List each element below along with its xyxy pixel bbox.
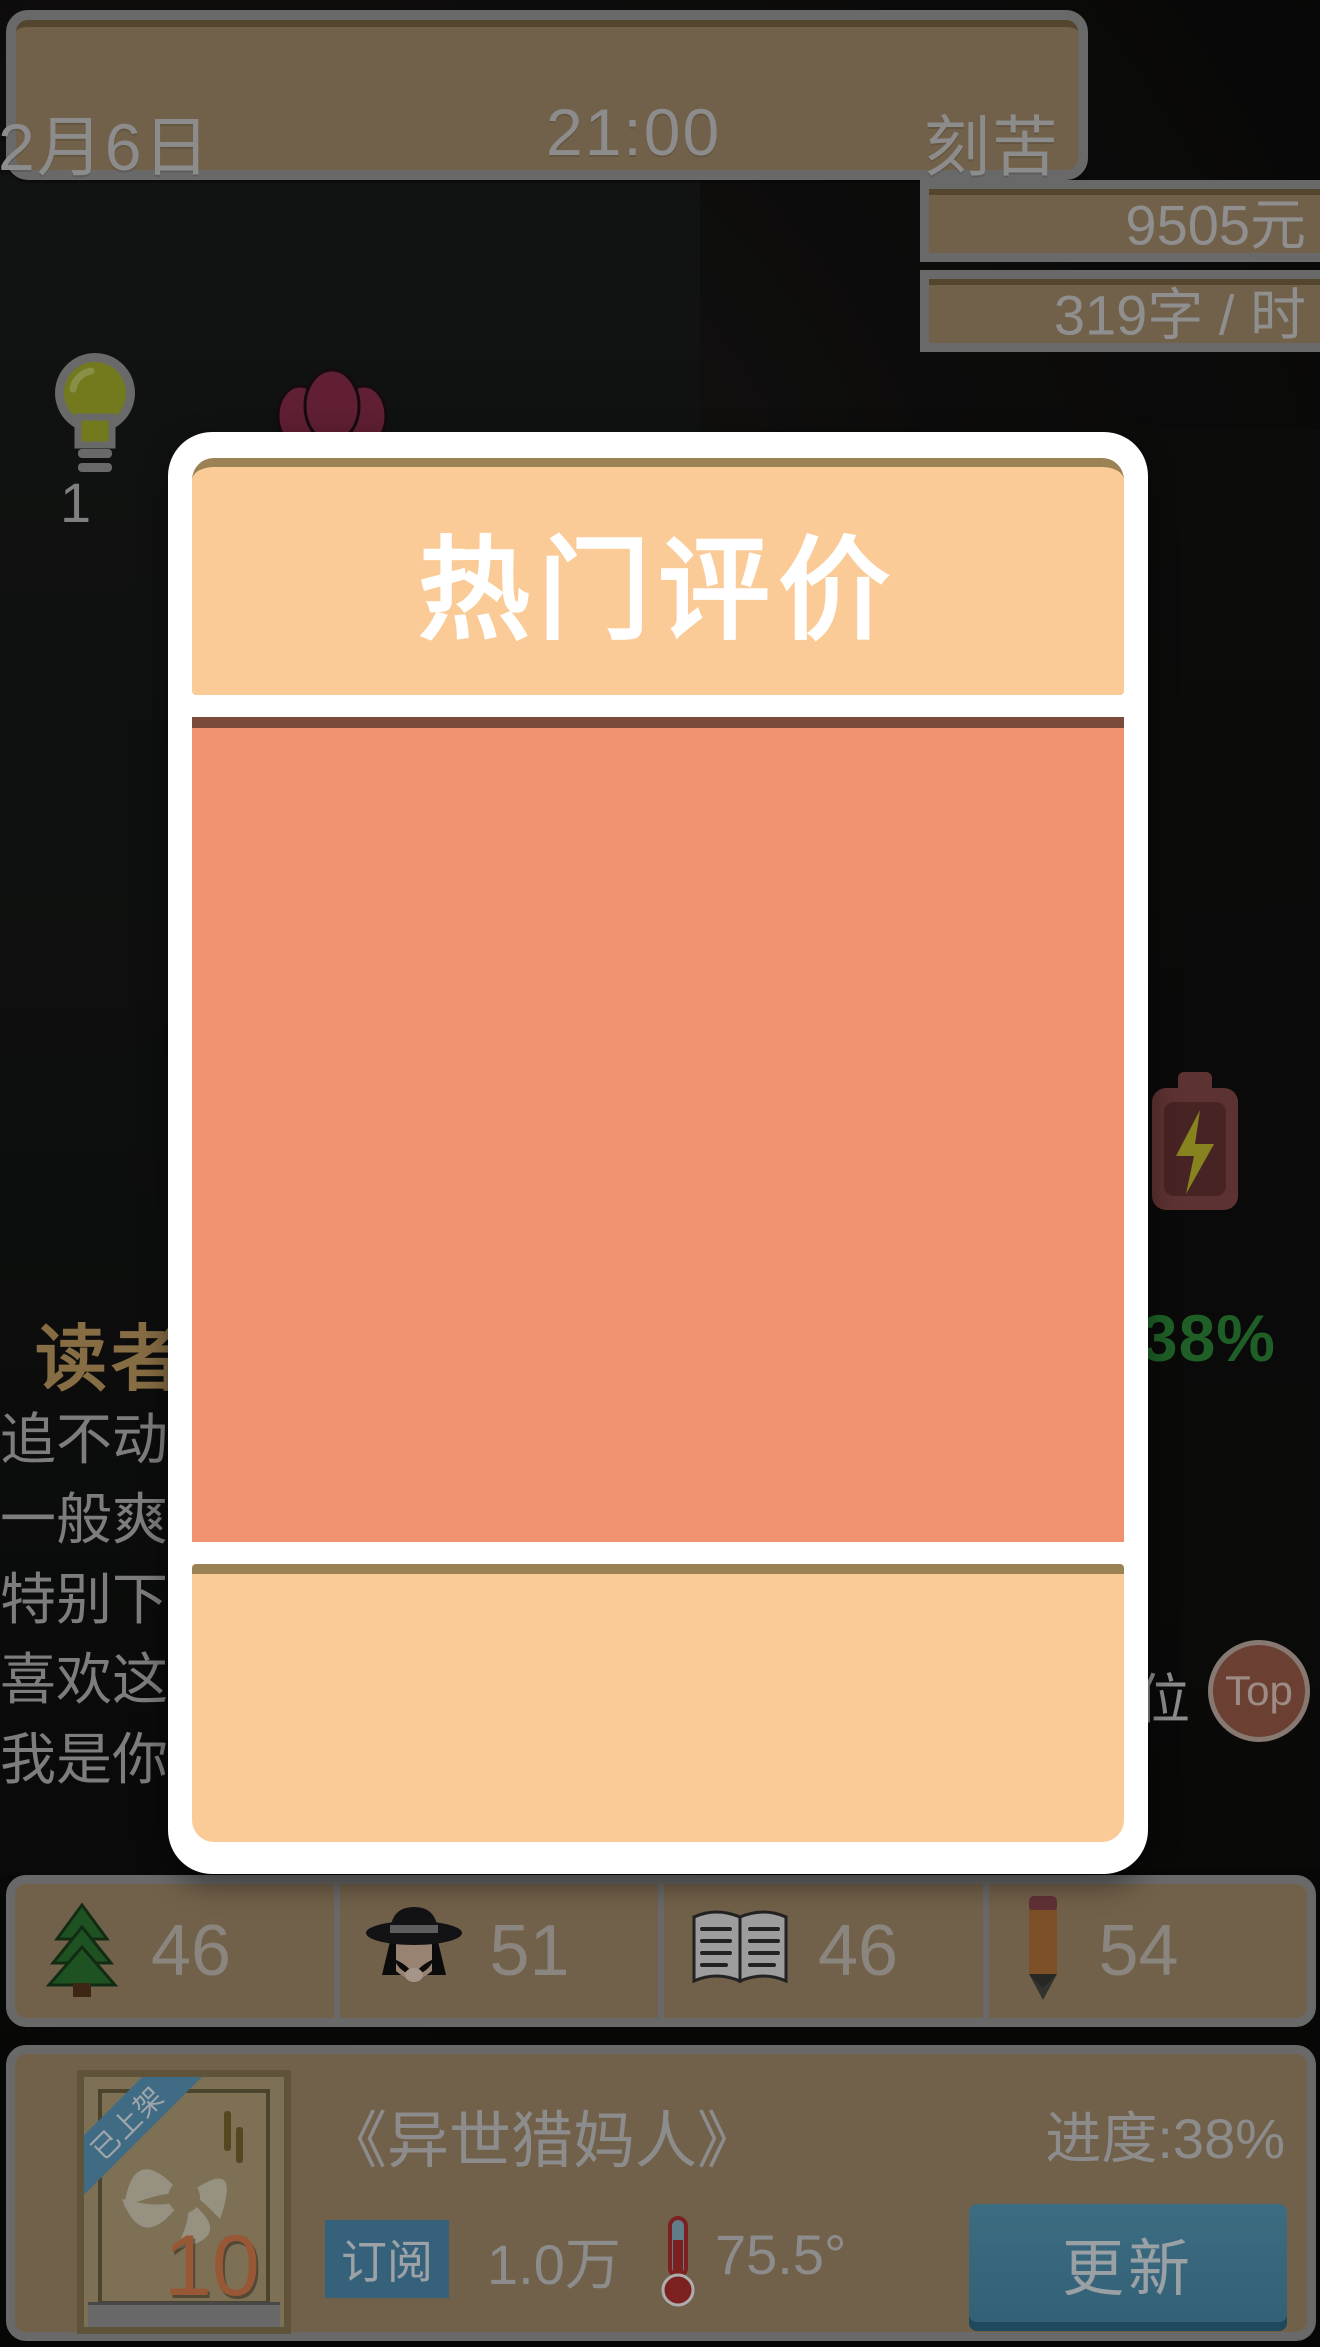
modal-footer[interactable] xyxy=(192,1564,1124,1842)
popular-reviews-modal: 热门评价 xyxy=(168,432,1148,1874)
modal-body[interactable] xyxy=(192,717,1124,1542)
modal-title: 热门评价 xyxy=(418,528,898,653)
modal-header: 热门评价 xyxy=(192,458,1124,695)
game-screen: 2月6日 21:00 刻苦 9505元 319字 / 时 1 读者 追不动了 一… xyxy=(0,0,1320,2347)
